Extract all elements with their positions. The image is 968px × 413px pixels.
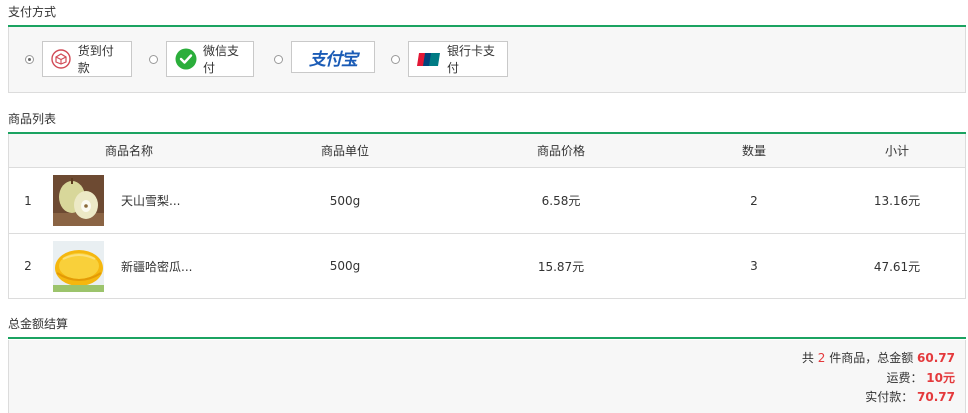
total-line: 共 2 件商品，总金额 60.77 — [802, 349, 955, 366]
shipping-amount: 10元 — [926, 371, 955, 385]
wechat-pay-icon — [175, 48, 197, 70]
table-row: 1 天山雪梨... 500g 6.58元 2 13.16元 — [9, 168, 965, 233]
payment-option-bankcard[interactable]: 银行卡支付 — [391, 41, 508, 77]
summary-divider — [8, 337, 966, 339]
payment-options-panel: 货到付款 微信支付 支付宝 银行卡支付 — [8, 27, 966, 93]
wechat-pay-button[interactable]: 微信支付 — [166, 41, 254, 77]
product-price: 6.58元 — [541, 194, 581, 208]
count-prefix: 共 — [801, 351, 814, 365]
payment-section-title: 支付方式 — [8, 5, 57, 19]
header-price: 商品价格 — [536, 144, 585, 158]
alipay-button[interactable]: 支付宝 — [291, 41, 375, 73]
product-unit: 500g — [329, 193, 361, 208]
row-index: 2 — [24, 259, 32, 273]
payment-option-cod[interactable]: 货到付款 — [25, 41, 132, 77]
cod-button[interactable]: 货到付款 — [42, 41, 132, 77]
header-qty: 数量 — [741, 144, 766, 158]
product-subtotal: 47.61元 — [873, 259, 921, 274]
count-suffix: 件商品，总金额 — [829, 351, 914, 365]
paid-amount: 70.77 — [917, 390, 955, 404]
product-unit: 500g — [329, 259, 361, 273]
alipay-logo: 支付宝 — [309, 49, 358, 70]
header-unit: 商品单位 — [320, 144, 369, 158]
table-header: 商品名称 商品单位 商品价格 数量 小计 — [9, 134, 965, 168]
radio-cod[interactable] — [25, 54, 34, 64]
product-qty: 3 — [750, 259, 758, 273]
shipping-line: 运费： 10元 — [886, 369, 955, 386]
products-section-title: 商品列表 — [8, 112, 57, 126]
row-index: 1 — [24, 193, 32, 208]
product-subtotal: 13.16元 — [873, 194, 921, 208]
radio-alipay[interactable] — [274, 54, 283, 64]
radio-wechat[interactable] — [149, 54, 158, 64]
bankcard-label: 银行卡支付 — [447, 44, 496, 75]
products-table: 商品名称 商品单位 商品价格 数量 小计 1 天山雪梨... 500g 6.58… — [8, 134, 966, 299]
melon-product-image[interactable] — [53, 241, 104, 292]
paid-label: 实付款： — [865, 390, 914, 404]
paid-line: 实付款： 70.77 — [865, 388, 955, 405]
payment-option-alipay[interactable]: 支付宝 — [274, 41, 375, 77]
shipping-label: 运费： — [886, 371, 923, 385]
table-row: 2 新疆哈密瓜... 500g 15.87元 3 47.61元 — [9, 233, 965, 298]
product-price: 15.87元 — [537, 259, 585, 274]
summary-panel: 共 2 件商品，总金额 60.77 运费： 10元 实付款： 70.77 — [8, 340, 966, 413]
pear-product-image[interactable] — [53, 175, 104, 226]
product-qty: 2 — [750, 193, 758, 208]
bankcard-button[interactable]: 银行卡支付 — [408, 41, 508, 77]
cod-label: 货到付款 — [77, 44, 114, 75]
item-count: 2 — [817, 351, 826, 365]
header-subtotal: 小计 — [884, 144, 909, 158]
product-name[interactable]: 新疆哈密瓜... — [121, 234, 192, 298]
summary-section-title: 总金额结算 — [8, 317, 69, 331]
cash-on-delivery-icon — [51, 48, 72, 70]
payment-option-wechat[interactable]: 微信支付 — [149, 41, 254, 77]
wechat-pay-label: 微信支付 — [203, 44, 240, 75]
unionpay-icon — [417, 48, 441, 70]
product-name[interactable]: 天山雪梨... — [121, 168, 180, 233]
header-name: 商品名称 — [104, 144, 153, 158]
total-amount: 60.77 — [917, 351, 955, 365]
radio-bankcard[interactable] — [391, 54, 400, 64]
